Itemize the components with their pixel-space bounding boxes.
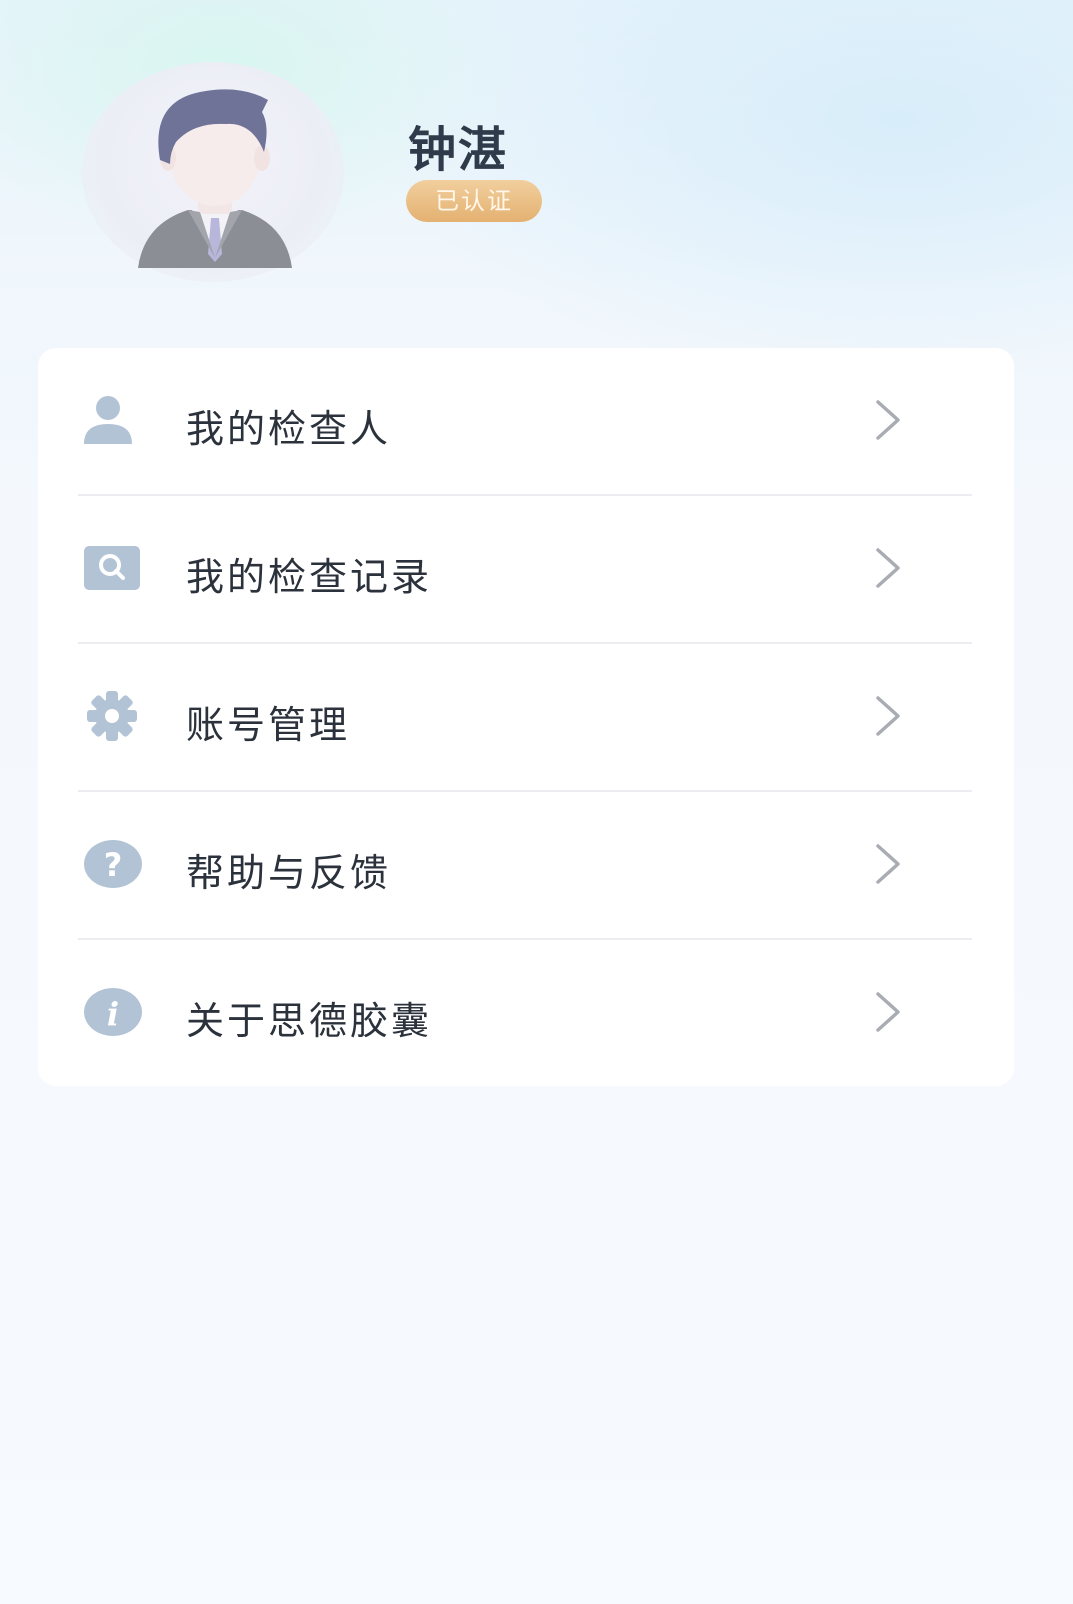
menu-item-my-records[interactable]: 我的检查记录	[38, 496, 1014, 644]
menu-item-account-management[interactable]: 账号管理	[38, 644, 1014, 792]
chevron-right-icon	[872, 694, 904, 738]
profile-page: 钟湛 已认证 我的检查人 我的检查记录 账号管理 ? 帮助与反馈 i 关于思德胶…	[0, 0, 1073, 1604]
chevron-right-icon	[872, 990, 904, 1034]
menu-card: 我的检查人 我的检查记录 账号管理 ? 帮助与反馈 i 关于思德胶囊	[38, 348, 1014, 1086]
gear-icon	[84, 690, 144, 742]
person-icon	[84, 394, 144, 446]
user-avatar-icon	[138, 89, 292, 268]
user-name: 钟湛	[408, 122, 509, 178]
menu-item-label: 帮助与反馈	[186, 851, 392, 895]
info-icon: i	[84, 986, 144, 1038]
menu-item-my-examinees[interactable]: 我的检查人	[38, 348, 1014, 496]
avatar[interactable]	[82, 62, 344, 282]
menu-item-label: 我的检查记录	[186, 555, 433, 599]
chevron-right-icon	[872, 546, 904, 590]
svg-text:?: ?	[104, 846, 123, 884]
menu-item-label: 关于思德胶囊	[186, 999, 433, 1043]
svg-text:i: i	[107, 995, 119, 1033]
menu-item-about[interactable]: i 关于思德胶囊	[38, 940, 1014, 1088]
menu-item-label: 账号管理	[186, 703, 351, 747]
menu-item-help-feedback[interactable]: ? 帮助与反馈	[38, 792, 1014, 940]
question-icon: ?	[84, 838, 144, 890]
chevron-right-icon	[872, 842, 904, 886]
search-record-icon	[84, 542, 144, 594]
verified-badge: 已认证	[406, 180, 542, 222]
chevron-right-icon	[872, 398, 904, 442]
menu-item-label: 我的检查人	[186, 407, 392, 451]
